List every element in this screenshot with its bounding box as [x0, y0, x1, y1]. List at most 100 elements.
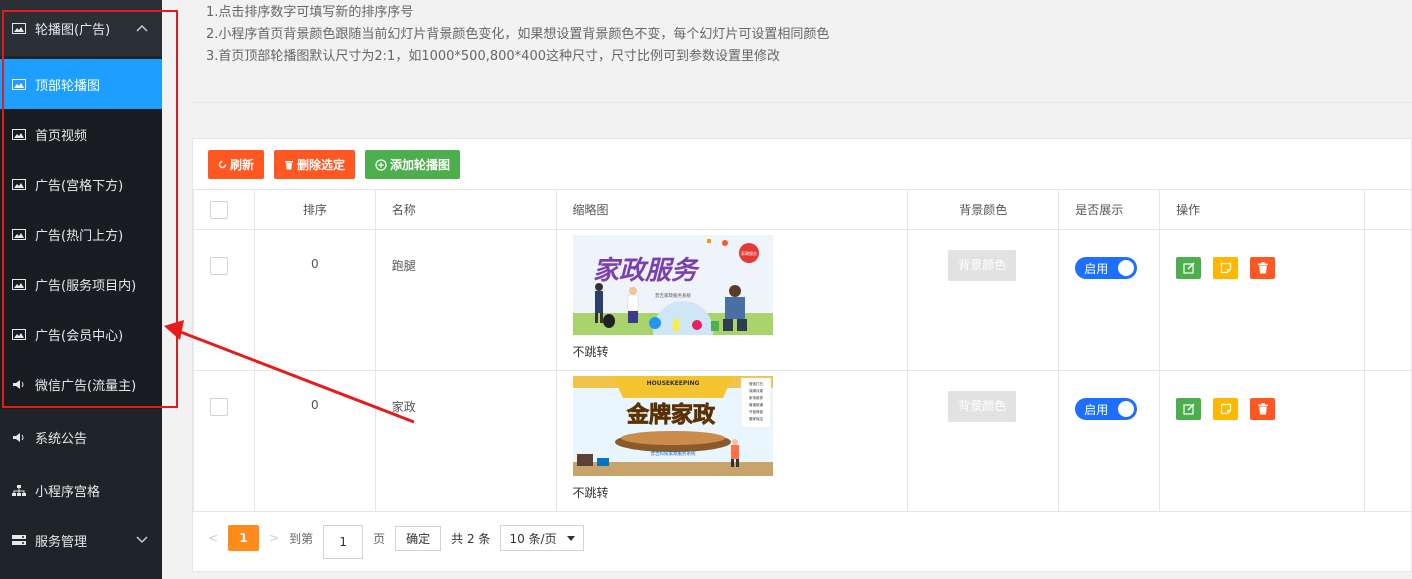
banner-title: 金牌家政	[625, 402, 715, 428]
sidebar-item-label: 系统公告	[35, 431, 88, 447]
banner-list-item: 家电维修	[749, 395, 763, 400]
header-bgcolor: 背景颜色	[907, 189, 1060, 230]
sidebar-item-ad-service[interactable]: 广告(服务项目内)	[0, 259, 162, 309]
header-extra	[1363, 189, 1412, 230]
banner-subtitle: 普吉家政服务系统	[655, 292, 691, 299]
image-icon	[12, 78, 26, 90]
image-icon	[12, 228, 26, 240]
sidebar-item-ad-member[interactable]: 广告(会员中心)	[0, 309, 162, 359]
edit-icon	[1183, 403, 1195, 415]
name-cell: 跑腿	[374, 229, 557, 371]
header-sort[interactable]: 排序	[253, 189, 376, 230]
add-banner-button[interactable]: 添加轮播图	[365, 150, 461, 179]
edit-button[interactable]	[1176, 257, 1202, 279]
current-page[interactable]: 1	[228, 525, 260, 551]
sidebar-item-announcement[interactable]: 系统公告	[0, 409, 162, 465]
sidebar-item-label: 广告(会员中心)	[35, 328, 124, 344]
page-input[interactable]: 1	[323, 525, 364, 559]
page-unit: 页	[373, 531, 386, 546]
header-ops: 操作	[1159, 189, 1365, 230]
trash-icon	[1257, 262, 1268, 274]
banner-thumbnail-gold-housekeeping[interactable]: HOUSEKEEPING 金牌家政 普吉科技家政服务系统 做饭打扫 保姆月嫂 家…	[572, 376, 773, 476]
show-cell: 启用	[1058, 229, 1161, 371]
caret-down-icon	[566, 535, 575, 541]
row-checkbox-cell	[193, 370, 255, 512]
name-cell: 家政	[374, 370, 557, 512]
show-toggle[interactable]: 启用	[1075, 398, 1138, 420]
confirm-button[interactable]: 确定	[395, 525, 442, 551]
extra-cell	[1363, 229, 1412, 371]
banner-subtitle: 普吉科技家政服务系统	[650, 450, 695, 457]
next-page-button[interactable]: >	[269, 531, 279, 545]
thumb-cell: 家政服务 家政服务 普吉家政服务系统 不跳转	[555, 229, 909, 371]
sidebar-item-top-banner[interactable]: 顶部轮播图	[0, 59, 162, 109]
sidebar-item-home-video[interactable]: 首页视频	[0, 109, 162, 159]
note-button[interactable]	[1213, 398, 1239, 420]
banner-list-item: 保姆月嫂	[749, 388, 763, 393]
sidebar-item-grid[interactable]: 小程序宫格	[0, 465, 162, 515]
server-icon	[12, 534, 26, 545]
toggle-label: 启用	[1084, 402, 1109, 417]
row-checkbox[interactable]	[210, 398, 228, 416]
toggle-label: 启用	[1084, 261, 1109, 276]
sidebar-item-label: 广告(服务项目内)	[35, 278, 137, 294]
note-button[interactable]	[1213, 257, 1239, 279]
banner-list-item: 搬家保洁	[749, 416, 763, 421]
toolbar: 刷新 删除选定 添加轮播图	[208, 150, 461, 179]
edit-icon	[1183, 262, 1195, 274]
sidebar-item-ad-hot[interactable]: 广告(热门上方)	[0, 209, 162, 259]
speaker-icon	[13, 432, 24, 442]
table-header-row: 排序 名称 缩略图 背景颜色 是否展示 操作	[193, 189, 1412, 230]
prev-page-button[interactable]: <	[208, 531, 218, 545]
sort-cell[interactable]: 0	[253, 370, 376, 512]
header-show: 是否展示	[1058, 189, 1161, 230]
pagination: < 1 > 到第 1 页 确定 共 2 条 10 条/页	[208, 517, 584, 559]
image-icon	[12, 128, 26, 140]
banner-table: 排序 名称 缩略图 背景颜色 是否展示 操作 0 跑腿 家政服务 家政服务 普吉…	[193, 189, 1412, 512]
sitemap-icon	[12, 484, 26, 496]
toggle-knob	[1118, 401, 1135, 417]
goto-label: 到第	[289, 531, 314, 546]
sidebar-item-label: 微信广告(流量主)	[35, 378, 137, 394]
delete-button[interactable]	[1250, 257, 1276, 279]
extra-cell	[1363, 370, 1412, 512]
row-checkbox[interactable]	[210, 257, 228, 275]
chevron-down-icon	[136, 536, 148, 544]
total-count: 共 2 条	[451, 531, 491, 546]
select-all-checkbox[interactable]	[210, 200, 228, 219]
banner-list-item: 开锁换锁	[749, 409, 763, 414]
sidebar-item-label: 顶部轮播图	[35, 78, 101, 94]
sidebar: 轮播图(广告) 顶部轮播图 首页视频 广告(宫格下方) 广告(热门上方) 广告(…	[0, 0, 162, 579]
notice-line: 3.首页顶部轮播图默认尺寸为2:1，如1000*500,800*400这种尺寸，…	[206, 49, 780, 64]
row-checkbox-cell	[193, 229, 255, 371]
refresh-button[interactable]: 刷新	[208, 150, 265, 179]
notice-line: 1.点击排序数字可填写新的排序序号	[206, 5, 414, 20]
bgcolor-button[interactable]: 背景颜色	[948, 250, 1017, 281]
image-icon	[12, 22, 26, 34]
plus-circle-icon	[375, 158, 387, 171]
notice-box: 1.点击排序数字可填写新的排序序号 2.小程序首页背景颜色跟随当前幻灯片背景颜色…	[192, 0, 1412, 103]
sidebar-group-service[interactable]: 服务管理	[0, 515, 162, 565]
table-row: 0 跑腿 家政服务 家政服务 普吉家政服务系统 不跳转 背景颜色 启用	[193, 229, 1412, 371]
chevron-up-icon	[136, 24, 148, 32]
delete-selected-button[interactable]: 删除选定	[274, 150, 356, 179]
ops-cell	[1159, 229, 1365, 371]
sidebar-item-ad-grid[interactable]: 广告(宫格下方)	[0, 159, 162, 209]
bgcolor-button[interactable]: 背景颜色	[948, 391, 1017, 422]
jump-text: 不跳转	[572, 345, 609, 359]
image-icon	[12, 328, 26, 340]
sidebar-group-banner[interactable]: 轮播图(广告)	[0, 0, 162, 56]
delete-button[interactable]	[1250, 398, 1276, 420]
sort-cell[interactable]: 0	[253, 229, 376, 371]
edit-button[interactable]	[1176, 398, 1202, 420]
sidebar-item-wechat-ad[interactable]: 微信广告(流量主)	[0, 359, 162, 409]
banner-thumbnail-housekeeping[interactable]: 家政服务 家政服务 普吉家政服务系统	[572, 235, 773, 335]
notice-line: 2.小程序首页背景颜色跟随当前幻灯片背景颜色变化，如果想设置背景颜色不变，每个幻…	[206, 27, 830, 42]
sidebar-item-label: 小程序宫格	[35, 484, 101, 500]
table-panel: 刷新 删除选定 添加轮播图 排序 名称 缩略图 背景颜色 是否展示 操作 0 跑…	[192, 138, 1412, 572]
sidebar-item-label: 广告(热门上方)	[35, 228, 124, 244]
show-toggle[interactable]: 启用	[1075, 257, 1138, 279]
header-checkbox-cell	[193, 189, 255, 230]
page-size-select[interactable]: 10 条/页	[500, 525, 584, 551]
banner-top-text: HOUSEKEEPING	[646, 380, 699, 387]
